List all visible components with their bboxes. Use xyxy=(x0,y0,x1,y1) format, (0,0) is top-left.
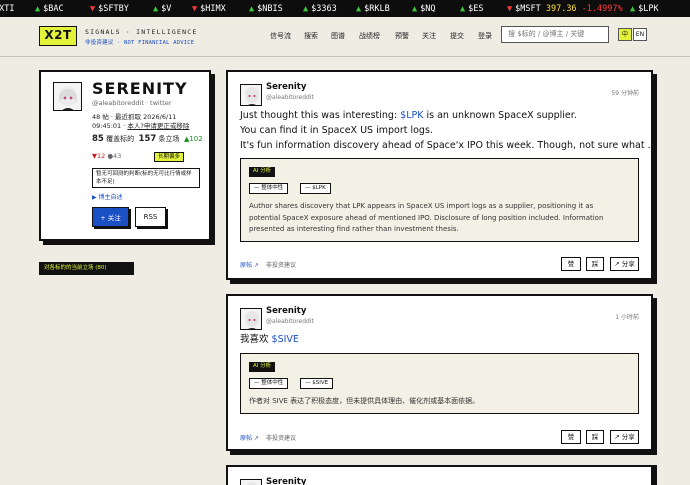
ticker-item[interactable]: ▲ $NBIS xyxy=(249,4,283,14)
ticker-item[interactable]: ▼ $SFTBY xyxy=(90,4,129,14)
post-card: Serenity xyxy=(226,465,653,485)
ticker-item[interactable]: ▲ $3363 xyxy=(303,4,337,14)
lang-zh-button[interactable]: 中 xyxy=(618,28,632,41)
post-author[interactable]: Serenity xyxy=(266,477,306,485)
sentiment-chip: — 整体中性 xyxy=(249,183,289,194)
ticker-bar: AXTI ▲$BAC ▼$SFTBY ▲$V ▼$HIMX ▲$NBIS ▲$3… xyxy=(0,0,690,17)
dislike-button[interactable]: 踩 xyxy=(586,430,604,444)
ticker-item[interactable]: ▼ $HIMX xyxy=(192,4,226,14)
post-text-line: 我喜欢 $SIVE xyxy=(240,334,299,345)
nav-leaderboard[interactable]: 战绩榜 xyxy=(359,31,380,41)
ticker-link[interactable]: $SIVE xyxy=(272,334,299,345)
like-button[interactable]: 赞 xyxy=(561,257,581,271)
profile-votes: ▼12 ●43 xyxy=(92,152,122,160)
lang-en-button[interactable]: EN xyxy=(633,28,647,41)
backtest-note: 暂无可回测的判断(标的无可比行情或样本不足) xyxy=(92,168,200,188)
post-handle: @aleabitoreddit xyxy=(266,318,314,325)
share-button[interactable]: ↗ 分享 xyxy=(610,257,639,271)
profile-meta-time: 09:45:01 · 本人?申请更正或移除 xyxy=(92,122,190,130)
avatar xyxy=(240,84,262,106)
ticker-item[interactable]: ▲ $NQ xyxy=(412,4,435,14)
up-arrow-icon: ▲ xyxy=(35,4,41,14)
original-post-link[interactable]: 原帖 ↗ xyxy=(240,260,259,269)
avatar xyxy=(53,82,82,111)
ticker-chip[interactable]: — $LPK xyxy=(300,183,331,194)
like-button[interactable]: 赞 xyxy=(561,430,581,444)
avatar xyxy=(240,479,262,485)
nav-graph[interactable]: 图谱 xyxy=(331,31,345,41)
search-input[interactable]: 搜 $标的 / @博主 / 关键 xyxy=(501,26,609,43)
ticker-item[interactable]: ▲ $LPK xyxy=(630,4,659,14)
ticker-item[interactable]: ▲ $RKLB xyxy=(356,4,390,14)
not-advice-label: 非投资建议 xyxy=(266,262,297,269)
brand-disclaimer: 非投资建议 · NOT FINANCIAL ADVICE xyxy=(85,40,195,46)
site-header: X2T SIGNALS · INTELLIGENCE 非投资建议 · NOT F… xyxy=(0,17,690,57)
post-card: Serenity @aleabitoreddit 59 分钟前 Just tho… xyxy=(226,70,657,280)
ticker-chip[interactable]: — $SIVE xyxy=(300,378,334,389)
ai-analysis-text: potential SpaceX exposure ahead of menti… xyxy=(249,213,604,222)
nav-login[interactable]: 登录 xyxy=(478,31,492,41)
ai-analysis: AI 分析 — 整体中性 — $LPK Author shares discov… xyxy=(240,158,639,242)
original-post-link[interactable]: 原帖 ↗ xyxy=(240,433,259,442)
ai-analysis-text: Author shares discovery that LPK appears… xyxy=(249,202,594,210)
ai-analysis-tag: AI 分析 xyxy=(249,167,276,177)
follow-button[interactable]: + 关注 xyxy=(92,207,129,227)
ticker-item[interactable]: AXTI xyxy=(0,4,14,14)
up-arrow-icon: ▲ xyxy=(460,4,466,14)
ai-analysis-text: 作者对 SIVE 表达了积极态度，但未提供具体理由、催化剂或基本面依据。 xyxy=(249,397,480,405)
not-advice-label: 非投资建议 xyxy=(266,435,297,442)
nav-follow[interactable]: 关注 xyxy=(422,31,436,41)
up-arrow-icon: ▲ xyxy=(630,4,636,14)
post-text-line: It's fun information discovery ahead of … xyxy=(240,140,657,151)
post-time: 59 分钟前 xyxy=(611,90,639,97)
dislike-button[interactable]: 踩 xyxy=(586,257,604,271)
avatar xyxy=(240,308,262,330)
ai-analysis: AI 分析 — 整体中性 — $SIVE 作者对 SIVE 表达了积极态度，但未… xyxy=(240,353,639,414)
ai-analysis-tag: AI 分析 xyxy=(249,362,276,372)
profile-card: SERENITY @aleabitoreddit · twitter 48 帖 … xyxy=(39,70,211,241)
ticker-item[interactable]: ▲ $ES xyxy=(460,4,483,14)
ticker-link[interactable]: $LPK xyxy=(400,110,423,121)
down-arrow-icon: ▼ xyxy=(507,4,513,14)
rss-button[interactable]: RSS xyxy=(135,207,166,227)
nav-alerts[interactable]: 预警 xyxy=(395,31,409,41)
down-arrow-icon: ▼ xyxy=(192,4,198,14)
positions-toggle[interactable]: 对各标的的当前立场 (80) xyxy=(39,262,134,275)
profile-handle: @aleabitoreddit · twitter xyxy=(92,99,172,107)
status-badge: 长期偏多 xyxy=(154,152,185,162)
ticker-item[interactable]: ▼ $MSFT 397.36 -1.4997% xyxy=(507,4,623,14)
brand-tagline: SIGNALS · INTELLIGENCE xyxy=(85,28,198,36)
post-text-line: Just thought this was interesting: $LPK … xyxy=(240,110,577,121)
profile-stats: 85 覆盖标的 157 条立场 ▲102 xyxy=(92,134,203,144)
down-arrow-icon: ▼ xyxy=(90,4,96,14)
sentiment-chip: — 整体中性 xyxy=(249,378,289,389)
post-handle: @aleabitoreddit xyxy=(266,94,314,101)
self-statement-toggle[interactable]: ▶ 博主自述 xyxy=(92,192,123,201)
post-author[interactable]: Serenity xyxy=(266,82,306,92)
post-card: Serenity @aleabitoreddit 1 小时前 我喜欢 $SIVE… xyxy=(226,294,653,451)
up-arrow-icon: ▲ xyxy=(303,4,309,14)
correction-link[interactable]: 本人?申请更正或移除 xyxy=(127,122,189,130)
up-arrow-icon: ▲ xyxy=(249,4,255,14)
up-arrow-icon: ▲ xyxy=(356,4,362,14)
nav-submit[interactable]: 提交 xyxy=(450,31,464,41)
nav-search[interactable]: 搜索 xyxy=(304,31,318,41)
up-arrow-icon: ▲ xyxy=(412,4,418,14)
logo[interactable]: X2T xyxy=(39,26,77,46)
ai-analysis-text: presented as interesting find rather tha… xyxy=(249,225,459,233)
ticker-item[interactable]: ▲ $V xyxy=(153,4,171,14)
share-button[interactable]: ↗ 分享 xyxy=(610,430,639,444)
post-author[interactable]: Serenity xyxy=(266,306,306,316)
profile-name: SERENITY xyxy=(92,79,188,98)
post-text-line: You can find it in SpaceX US import logs… xyxy=(240,125,433,136)
nav-signal-feed[interactable]: 信号流 xyxy=(270,31,291,41)
ticker-item[interactable]: ▲ $BAC xyxy=(35,4,64,14)
post-time: 1 小时前 xyxy=(615,314,639,321)
up-arrow-icon: ▲ xyxy=(153,4,159,14)
